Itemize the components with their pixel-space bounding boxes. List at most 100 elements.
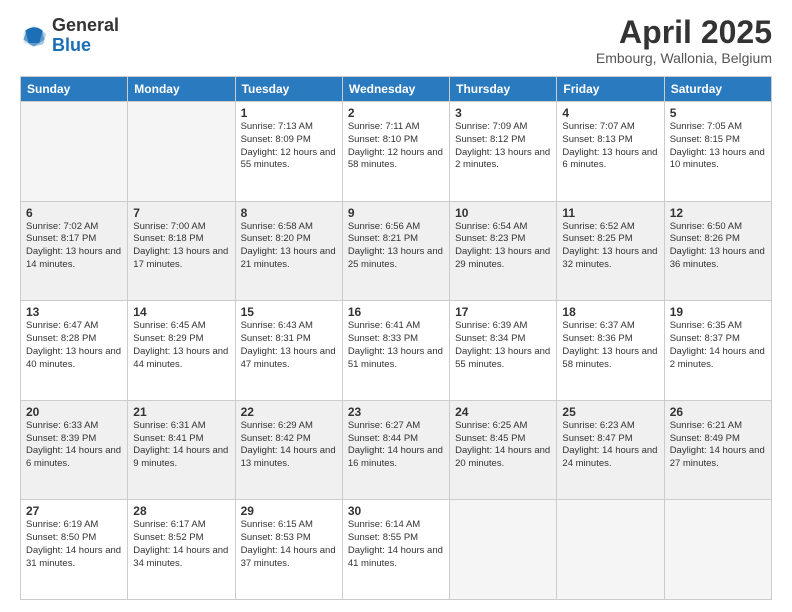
logo-text: General Blue <box>52 16 119 56</box>
calendar-cell-w5-d5 <box>450 500 557 600</box>
day-info: Sunrise: 6:35 AM Sunset: 8:37 PM Dayligh… <box>670 320 766 371</box>
day-info: Sunrise: 6:47 AM Sunset: 8:28 PM Dayligh… <box>26 320 122 371</box>
month-title: April 2025 <box>596 16 772 48</box>
day-number: 14 <box>133 305 229 319</box>
calendar-cell-w2-d7: 12Sunrise: 6:50 AM Sunset: 8:26 PM Dayli… <box>664 201 771 301</box>
day-number: 27 <box>26 504 122 518</box>
day-number: 21 <box>133 405 229 419</box>
day-number: 13 <box>26 305 122 319</box>
day-number: 4 <box>562 106 658 120</box>
calendar-cell-w3-d1: 13Sunrise: 6:47 AM Sunset: 8:28 PM Dayli… <box>21 301 128 401</box>
col-monday: Monday <box>128 77 235 102</box>
calendar-cell-w3-d7: 19Sunrise: 6:35 AM Sunset: 8:37 PM Dayli… <box>664 301 771 401</box>
calendar-cell-w4-d7: 26Sunrise: 6:21 AM Sunset: 8:49 PM Dayli… <box>664 400 771 500</box>
day-number: 8 <box>241 206 337 220</box>
col-thursday: Thursday <box>450 77 557 102</box>
day-info: Sunrise: 6:45 AM Sunset: 8:29 PM Dayligh… <box>133 320 229 371</box>
header: General Blue April 2025 Embourg, Walloni… <box>20 16 772 66</box>
calendar-cell-w5-d2: 28Sunrise: 6:17 AM Sunset: 8:52 PM Dayli… <box>128 500 235 600</box>
calendar-cell-w2-d4: 9Sunrise: 6:56 AM Sunset: 8:21 PM Daylig… <box>342 201 449 301</box>
day-info: Sunrise: 6:27 AM Sunset: 8:44 PM Dayligh… <box>348 420 444 471</box>
calendar-cell-w4-d2: 21Sunrise: 6:31 AM Sunset: 8:41 PM Dayli… <box>128 400 235 500</box>
calendar-cell-w1-d1 <box>21 102 128 202</box>
logo-line2: Blue <box>52 36 119 56</box>
day-number: 24 <box>455 405 551 419</box>
day-number: 2 <box>348 106 444 120</box>
day-info: Sunrise: 6:14 AM Sunset: 8:55 PM Dayligh… <box>348 519 444 570</box>
day-number: 12 <box>670 206 766 220</box>
day-number: 7 <box>133 206 229 220</box>
calendar-cell-w2-d6: 11Sunrise: 6:52 AM Sunset: 8:25 PM Dayli… <box>557 201 664 301</box>
day-number: 29 <box>241 504 337 518</box>
col-saturday: Saturday <box>664 77 771 102</box>
day-info: Sunrise: 6:15 AM Sunset: 8:53 PM Dayligh… <box>241 519 337 570</box>
calendar-cell-w5-d3: 29Sunrise: 6:15 AM Sunset: 8:53 PM Dayli… <box>235 500 342 600</box>
calendar-week-4: 20Sunrise: 6:33 AM Sunset: 8:39 PM Dayli… <box>21 400 772 500</box>
day-number: 23 <box>348 405 444 419</box>
calendar-week-5: 27Sunrise: 6:19 AM Sunset: 8:50 PM Dayli… <box>21 500 772 600</box>
day-info: Sunrise: 6:39 AM Sunset: 8:34 PM Dayligh… <box>455 320 551 371</box>
calendar-cell-w1-d4: 2Sunrise: 7:11 AM Sunset: 8:10 PM Daylig… <box>342 102 449 202</box>
col-sunday: Sunday <box>21 77 128 102</box>
day-info: Sunrise: 6:31 AM Sunset: 8:41 PM Dayligh… <box>133 420 229 471</box>
calendar-cell-w1-d3: 1Sunrise: 7:13 AM Sunset: 8:09 PM Daylig… <box>235 102 342 202</box>
day-number: 9 <box>348 206 444 220</box>
page: General Blue April 2025 Embourg, Walloni… <box>0 0 792 612</box>
calendar-header-row: Sunday Monday Tuesday Wednesday Thursday… <box>21 77 772 102</box>
day-number: 20 <box>26 405 122 419</box>
calendar-cell-w3-d2: 14Sunrise: 6:45 AM Sunset: 8:29 PM Dayli… <box>128 301 235 401</box>
day-info: Sunrise: 6:37 AM Sunset: 8:36 PM Dayligh… <box>562 320 658 371</box>
day-number: 6 <box>26 206 122 220</box>
calendar-cell-w4-d6: 25Sunrise: 6:23 AM Sunset: 8:47 PM Dayli… <box>557 400 664 500</box>
col-wednesday: Wednesday <box>342 77 449 102</box>
day-number: 15 <box>241 305 337 319</box>
day-info: Sunrise: 6:17 AM Sunset: 8:52 PM Dayligh… <box>133 519 229 570</box>
day-number: 28 <box>133 504 229 518</box>
day-info: Sunrise: 7:11 AM Sunset: 8:10 PM Dayligh… <box>348 121 444 172</box>
calendar-cell-w2-d3: 8Sunrise: 6:58 AM Sunset: 8:20 PM Daylig… <box>235 201 342 301</box>
calendar-cell-w3-d6: 18Sunrise: 6:37 AM Sunset: 8:36 PM Dayli… <box>557 301 664 401</box>
calendar-cell-w5-d7 <box>664 500 771 600</box>
day-number: 25 <box>562 405 658 419</box>
day-number: 26 <box>670 405 766 419</box>
day-number: 5 <box>670 106 766 120</box>
day-info: Sunrise: 6:29 AM Sunset: 8:42 PM Dayligh… <box>241 420 337 471</box>
calendar-week-2: 6Sunrise: 7:02 AM Sunset: 8:17 PM Daylig… <box>21 201 772 301</box>
day-info: Sunrise: 6:58 AM Sunset: 8:20 PM Dayligh… <box>241 221 337 272</box>
logo-line1: General <box>52 16 119 36</box>
day-number: 10 <box>455 206 551 220</box>
day-info: Sunrise: 6:25 AM Sunset: 8:45 PM Dayligh… <box>455 420 551 471</box>
day-info: Sunrise: 6:54 AM Sunset: 8:23 PM Dayligh… <box>455 221 551 272</box>
logo: General Blue <box>20 16 119 56</box>
calendar-cell-w4-d1: 20Sunrise: 6:33 AM Sunset: 8:39 PM Dayli… <box>21 400 128 500</box>
day-info: Sunrise: 6:21 AM Sunset: 8:49 PM Dayligh… <box>670 420 766 471</box>
day-info: Sunrise: 6:23 AM Sunset: 8:47 PM Dayligh… <box>562 420 658 471</box>
col-friday: Friday <box>557 77 664 102</box>
calendar-cell-w1-d5: 3Sunrise: 7:09 AM Sunset: 8:12 PM Daylig… <box>450 102 557 202</box>
calendar-cell-w2-d1: 6Sunrise: 7:02 AM Sunset: 8:17 PM Daylig… <box>21 201 128 301</box>
day-number: 30 <box>348 504 444 518</box>
calendar-cell-w5-d1: 27Sunrise: 6:19 AM Sunset: 8:50 PM Dayli… <box>21 500 128 600</box>
calendar-cell-w3-d3: 15Sunrise: 6:43 AM Sunset: 8:31 PM Dayli… <box>235 301 342 401</box>
calendar-cell-w1-d6: 4Sunrise: 7:07 AM Sunset: 8:13 PM Daylig… <box>557 102 664 202</box>
calendar-cell-w5-d6 <box>557 500 664 600</box>
day-info: Sunrise: 7:02 AM Sunset: 8:17 PM Dayligh… <box>26 221 122 272</box>
day-info: Sunrise: 6:52 AM Sunset: 8:25 PM Dayligh… <box>562 221 658 272</box>
day-number: 11 <box>562 206 658 220</box>
day-info: Sunrise: 6:41 AM Sunset: 8:33 PM Dayligh… <box>348 320 444 371</box>
day-number: 22 <box>241 405 337 419</box>
calendar-cell-w1-d2 <box>128 102 235 202</box>
day-info: Sunrise: 6:50 AM Sunset: 8:26 PM Dayligh… <box>670 221 766 272</box>
day-number: 19 <box>670 305 766 319</box>
day-info: Sunrise: 6:56 AM Sunset: 8:21 PM Dayligh… <box>348 221 444 272</box>
calendar-cell-w3-d4: 16Sunrise: 6:41 AM Sunset: 8:33 PM Dayli… <box>342 301 449 401</box>
calendar-week-1: 1Sunrise: 7:13 AM Sunset: 8:09 PM Daylig… <box>21 102 772 202</box>
day-info: Sunrise: 6:43 AM Sunset: 8:31 PM Dayligh… <box>241 320 337 371</box>
calendar-cell-w4-d5: 24Sunrise: 6:25 AM Sunset: 8:45 PM Dayli… <box>450 400 557 500</box>
day-number: 16 <box>348 305 444 319</box>
calendar-cell-w4-d4: 23Sunrise: 6:27 AM Sunset: 8:44 PM Dayli… <box>342 400 449 500</box>
day-number: 18 <box>562 305 658 319</box>
day-info: Sunrise: 7:07 AM Sunset: 8:13 PM Dayligh… <box>562 121 658 172</box>
day-number: 17 <box>455 305 551 319</box>
title-block: April 2025 Embourg, Wallonia, Belgium <box>596 16 772 66</box>
